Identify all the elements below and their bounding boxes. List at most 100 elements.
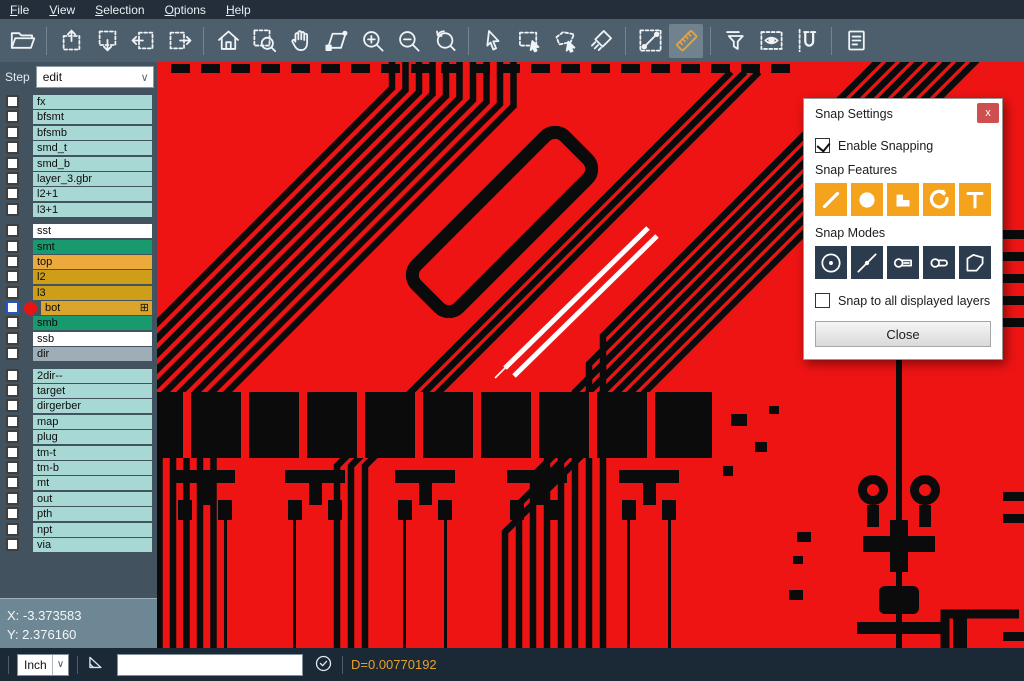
layer-checkbox-2dir--[interactable]	[6, 369, 19, 382]
layer-label-out[interactable]: out	[33, 492, 152, 506]
pan-hand-button[interactable]	[283, 24, 317, 58]
enable-snapping-checkbox[interactable]	[815, 138, 830, 153]
layer-checkbox-mt[interactable]	[6, 476, 19, 489]
layer-checkbox-smb[interactable]	[6, 316, 19, 329]
measure-input[interactable]	[117, 654, 303, 676]
layer-label-plug[interactable]: plug	[33, 430, 152, 444]
layer-label-bot[interactable]: bot⊞	[41, 301, 152, 315]
layer-checkbox-bot[interactable]	[6, 301, 19, 314]
layer-label-pth[interactable]: pth	[33, 507, 152, 521]
measure-distance-button[interactable]	[633, 24, 667, 58]
home-button[interactable]	[211, 24, 245, 58]
step-select[interactable]: edit ∨	[36, 66, 154, 88]
grid-icon[interactable]: ⊞	[140, 301, 149, 315]
layer-label-top[interactable]: top	[33, 255, 152, 269]
layer-label-dirgerber[interactable]: dirgerber	[33, 399, 152, 413]
layer-label-l2[interactable]: l2	[33, 270, 152, 284]
layer-checkbox-out[interactable]	[6, 492, 19, 505]
layer-checkbox-top[interactable]	[6, 255, 19, 268]
zoom-window-button[interactable]	[247, 24, 281, 58]
layer-label-target[interactable]: target	[33, 384, 152, 398]
layer-label-l3+1[interactable]: l3+1	[33, 203, 152, 217]
select-rectangle-button[interactable]	[512, 24, 546, 58]
layer-checkbox-pth[interactable]	[6, 507, 19, 520]
layer-label-layer_3.gbr[interactable]: layer_3.gbr	[33, 172, 152, 186]
angle-measure-icon[interactable]	[86, 653, 107, 677]
layer-checkbox-via[interactable]	[6, 538, 19, 551]
menu-options[interactable]: Options	[155, 2, 216, 18]
ruler-button[interactable]	[669, 24, 703, 58]
layer-checkbox-smt[interactable]	[6, 240, 19, 253]
layer-checkbox-smd_b[interactable]	[6, 157, 19, 170]
snap-settings-titlebar[interactable]: Snap Settings x	[804, 99, 1002, 128]
layer-label-dir[interactable]: dir	[33, 347, 152, 361]
layer-checkbox-target[interactable]	[6, 384, 19, 397]
layer-checkbox-tm-t[interactable]	[6, 446, 19, 459]
layer-checkbox-ssb[interactable]	[6, 332, 19, 345]
layer-checkbox-npt[interactable]	[6, 523, 19, 536]
zoom-previous-button[interactable]	[427, 24, 461, 58]
layer-checkbox-dir[interactable]	[6, 347, 19, 360]
brush-button[interactable]	[584, 24, 618, 58]
menu-help[interactable]: Help	[216, 2, 261, 18]
layer-label-map[interactable]: map	[33, 415, 152, 429]
select-cursor-button[interactable]	[476, 24, 510, 58]
layer-checkbox-dirgerber[interactable]	[6, 399, 19, 412]
layer-label-l2+1[interactable]: l2+1	[33, 187, 152, 201]
snap-mode-contour-button[interactable]	[959, 246, 991, 279]
layer-label-npt[interactable]: npt	[33, 523, 152, 537]
snap-all-layers-checkbox[interactable]	[815, 293, 830, 308]
layer-checkbox-l2+1[interactable]	[6, 187, 19, 200]
layer-checkbox-l3[interactable]	[6, 286, 19, 299]
layer-label-mt[interactable]: mt	[33, 476, 152, 490]
layer-label-via[interactable]: via	[33, 538, 152, 552]
snap-feature-line-button[interactable]	[815, 183, 847, 216]
layer-checkbox-fx[interactable]	[6, 95, 19, 108]
snap-feature-corner-pad-button[interactable]	[887, 183, 919, 216]
layer-label-tm-t[interactable]: tm-t	[33, 446, 152, 460]
snap-feature-circle-pad-button[interactable]	[851, 183, 883, 216]
zoom-object-button[interactable]	[319, 24, 353, 58]
view-right-button[interactable]	[162, 24, 196, 58]
layer-label-tm-b[interactable]: tm-b	[33, 461, 152, 475]
layer-checkbox-sst[interactable]	[6, 224, 19, 237]
dialog-close-button[interactable]: x	[977, 103, 999, 123]
layer-checkbox-bfsmt[interactable]	[6, 110, 19, 123]
layer-label-sst[interactable]: sst	[33, 224, 152, 238]
layer-label-bfsmt[interactable]: bfsmt	[33, 110, 152, 124]
zoom-in-button[interactable]	[355, 24, 389, 58]
snap-mode-center-button[interactable]	[815, 246, 847, 279]
layer-label-smb[interactable]: smb	[33, 316, 152, 330]
show-hide-button[interactable]	[754, 24, 788, 58]
snap-feature-arc-button[interactable]	[923, 183, 955, 216]
view-down-button[interactable]	[90, 24, 124, 58]
layer-label-fx[interactable]: fx	[33, 95, 152, 109]
layer-checkbox-l3+1[interactable]	[6, 203, 19, 216]
layer-checkbox-map[interactable]	[6, 415, 19, 428]
layer-label-l3[interactable]: l3	[33, 286, 152, 300]
open-file-button[interactable]	[5, 24, 39, 58]
snap-mode-slot-open-button[interactable]	[923, 246, 955, 279]
view-up-button[interactable]	[54, 24, 88, 58]
layer-checkbox-smd_t[interactable]	[6, 141, 19, 154]
snap-mode-midpoint-button[interactable]	[851, 246, 883, 279]
report-button[interactable]	[839, 24, 873, 58]
layer-label-smd_b[interactable]: smd_b	[33, 157, 152, 171]
layer-checkbox-l2[interactable]	[6, 270, 19, 283]
snap-feature-text-button[interactable]	[959, 183, 991, 216]
menu-file[interactable]: File	[0, 2, 39, 18]
layer-label-smt[interactable]: smt	[33, 240, 152, 254]
close-button[interactable]: Close	[815, 321, 991, 347]
layer-label-bfsmb[interactable]: bfsmb	[33, 126, 152, 140]
layer-label-smd_t[interactable]: smd_t	[33, 141, 152, 155]
select-polygon-button[interactable]	[548, 24, 582, 58]
snap-magnet-button[interactable]	[790, 24, 824, 58]
view-left-button[interactable]	[126, 24, 160, 58]
layer-checkbox-layer_3.gbr[interactable]	[6, 172, 19, 185]
layer-label-ssb[interactable]: ssb	[33, 332, 152, 346]
layer-label-2dir--[interactable]: 2dir--	[33, 369, 152, 383]
unit-select[interactable]: Inch ∨	[17, 654, 69, 676]
layer-checkbox-bfsmb[interactable]	[6, 126, 19, 139]
filter-button[interactable]	[718, 24, 752, 58]
layer-checkbox-tm-b[interactable]	[6, 461, 19, 474]
